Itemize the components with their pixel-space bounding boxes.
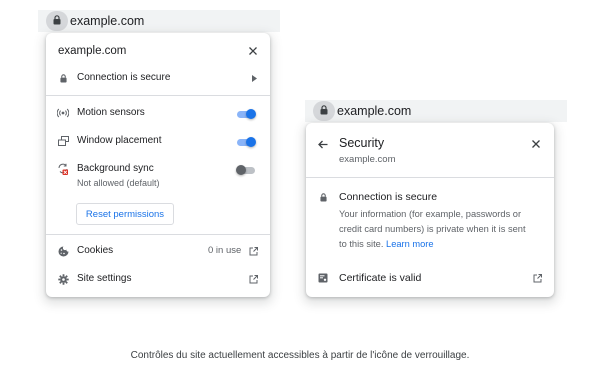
popup-title: Security xyxy=(339,136,385,150)
background-sync-blocked-icon xyxy=(57,163,69,175)
lock-icon xyxy=(320,102,328,120)
connection-row[interactable]: Connection is secure xyxy=(46,70,270,86)
motion-sensor-icon xyxy=(57,107,69,119)
site-settings-row[interactable]: Site settings xyxy=(46,271,270,287)
address-url[interactable]: example.com xyxy=(337,104,411,118)
motion-sensors-toggle[interactable] xyxy=(236,108,256,120)
description-line: Your information (for example, passwords… xyxy=(339,209,522,219)
reset-permissions-button[interactable]: Reset permissions xyxy=(76,203,174,225)
site-info-popup: example.com Connection is secure Motion … xyxy=(46,33,270,297)
connection-label: Connection is secure xyxy=(77,72,171,83)
security-description: Your information (for example, passwords… xyxy=(339,207,549,252)
chevron-right-icon xyxy=(250,74,258,82)
lock-icon xyxy=(318,192,328,202)
gear-icon xyxy=(57,273,69,285)
permission-label: Motion sensors xyxy=(77,107,145,118)
address-bar-right[interactable]: example.com xyxy=(305,100,567,122)
permission-sublabel: Not allowed (default) xyxy=(77,178,160,188)
divider xyxy=(306,177,554,178)
close-icon[interactable] xyxy=(246,44,260,58)
learn-more-link[interactable]: Learn more xyxy=(386,239,434,249)
site-info-button[interactable] xyxy=(46,11,68,31)
site-settings-label: Site settings xyxy=(77,273,132,284)
address-url[interactable]: example.com xyxy=(70,14,144,28)
description-line: to this site. xyxy=(339,239,384,249)
description-line: credit card numbers) is private when it … xyxy=(339,224,526,234)
lock-icon xyxy=(58,73,68,83)
background-sync-toggle[interactable] xyxy=(236,164,256,176)
close-icon[interactable] xyxy=(530,138,542,150)
connection-label: Connection is secure xyxy=(339,191,438,203)
site-info-button[interactable] xyxy=(313,101,335,121)
external-link-icon xyxy=(248,274,258,284)
lock-icon xyxy=(53,12,61,30)
cookies-label: Cookies xyxy=(77,245,114,256)
popup-subtitle: example.com xyxy=(339,154,396,165)
cookie-icon xyxy=(57,245,69,257)
security-popup: Security example.com Connection is secur… xyxy=(306,123,554,297)
external-link-icon xyxy=(248,246,258,256)
popup-title: example.com xyxy=(58,45,127,57)
permission-label: Background sync xyxy=(77,163,154,174)
window-placement-toggle[interactable] xyxy=(236,136,256,148)
window-placement-icon xyxy=(57,135,69,147)
divider xyxy=(46,234,270,235)
divider xyxy=(46,95,270,96)
back-arrow-icon[interactable] xyxy=(317,138,329,150)
address-bar-left[interactable]: example.com xyxy=(38,10,280,32)
cookies-count: 0 in use xyxy=(208,245,242,256)
certificate-icon xyxy=(317,272,329,284)
certificate-row[interactable]: Certificate is valid xyxy=(306,270,554,286)
permission-label: Window placement xyxy=(77,135,162,146)
external-link-icon xyxy=(532,273,542,283)
figure-caption: Contrôles du site actuellement accessibl… xyxy=(130,350,470,361)
certificate-label: Certificate is valid xyxy=(339,272,422,284)
cookies-row[interactable]: Cookies 0 in use xyxy=(46,243,270,259)
